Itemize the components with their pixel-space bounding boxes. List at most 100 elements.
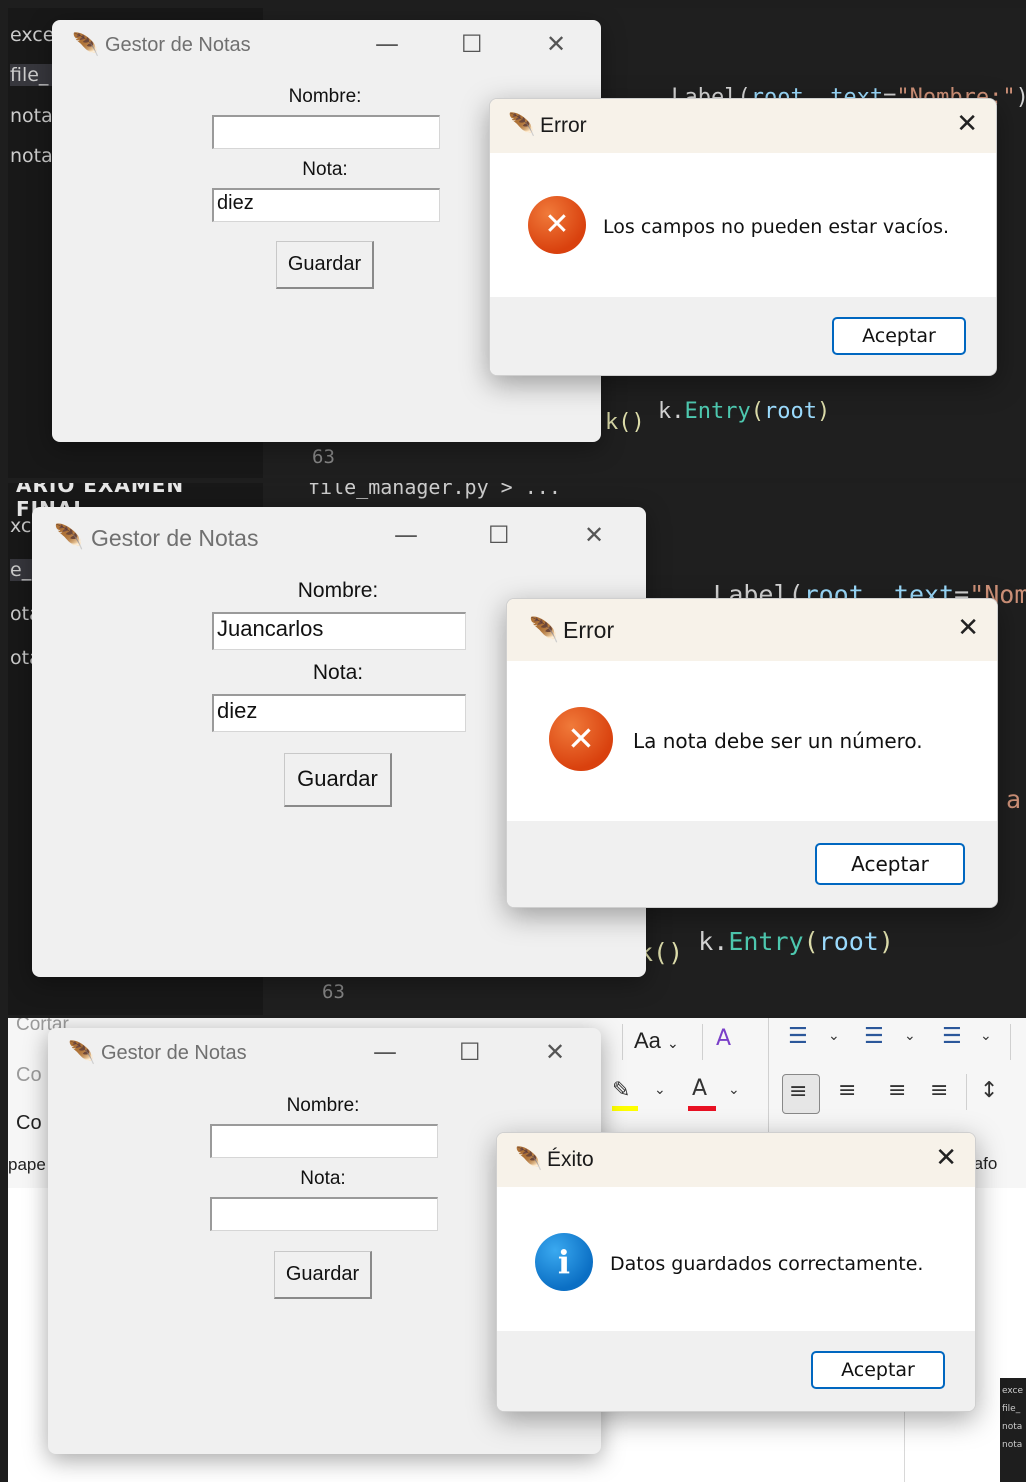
code-token: ) bbox=[816, 399, 831, 424]
chevron-down-icon[interactable]: ⌄ bbox=[728, 1082, 740, 1098]
line-spacing-icon[interactable]: ↕ bbox=[980, 1078, 998, 1103]
aceptar-button[interactable]: Aceptar bbox=[815, 843, 965, 885]
ribbon-group-label-clipboard: pape bbox=[8, 1155, 46, 1174]
chevron-down-icon[interactable]: ⌄ bbox=[654, 1082, 666, 1098]
maximize-icon[interactable]: ☐ bbox=[461, 30, 483, 58]
window-titlebar[interactable]: 🪶 Gestor de Notas — ☐ ✕ bbox=[52, 20, 601, 72]
aceptar-button[interactable]: Aceptar bbox=[832, 317, 966, 355]
window-titlebar[interactable]: 🪶 Gestor de Notas — ☐ ✕ bbox=[48, 1028, 601, 1080]
dialog-footer: Aceptar bbox=[507, 821, 997, 907]
dialog-message: Datos guardados correctamente. bbox=[610, 1253, 924, 1275]
close-icon[interactable]: ✕ bbox=[957, 613, 979, 643]
nombre-input[interactable]: Juancarlos bbox=[212, 612, 466, 650]
window-title: Gestor de Notas bbox=[101, 1042, 247, 1064]
close-icon[interactable]: ✕ bbox=[935, 1143, 957, 1173]
nota-input[interactable] bbox=[210, 1197, 438, 1231]
window-title: Gestor de Notas bbox=[105, 34, 251, 56]
thumbnail-item: file_ bbox=[1002, 1404, 1021, 1414]
ribbon-separator bbox=[702, 1024, 703, 1060]
align-left-button[interactable]: ≡ bbox=[782, 1074, 820, 1114]
maximize-icon[interactable]: ☐ bbox=[488, 521, 510, 549]
aceptar-button[interactable]: Aceptar bbox=[811, 1351, 945, 1389]
nota-label: Nota: bbox=[300, 1168, 346, 1189]
chevron-down-icon: ⌄ bbox=[667, 1035, 679, 1051]
feather-icon: 🪶 bbox=[54, 523, 84, 551]
feather-icon: 🪶 bbox=[72, 33, 100, 58]
close-icon[interactable]: ✕ bbox=[545, 1038, 565, 1066]
code-token: ( bbox=[803, 927, 819, 956]
nombre-input[interactable] bbox=[212, 115, 440, 149]
feather-icon: 🪶 bbox=[508, 113, 536, 138]
window-title: Gestor de Notas bbox=[91, 525, 259, 551]
code-token: root bbox=[763, 399, 817, 424]
dialog-title: Éxito bbox=[547, 1148, 594, 1171]
guardar-button[interactable]: Guardar bbox=[284, 753, 392, 807]
window-titlebar[interactable]: 🪶 Gestor de Notas — ☐ ✕ bbox=[32, 507, 646, 559]
chevron-down-icon[interactable]: ⌄ bbox=[828, 1028, 840, 1044]
sidebar-item[interactable]: exce bbox=[10, 24, 54, 46]
minimize-icon[interactable]: — bbox=[375, 30, 399, 58]
nombre-label: Nombre: bbox=[297, 579, 379, 602]
nota-input[interactable]: diez bbox=[212, 694, 466, 732]
chevron-down-icon[interactable]: ⌄ bbox=[980, 1028, 992, 1044]
ribbon-change-case-button[interactable]: Aa ⌄ bbox=[634, 1028, 679, 1054]
highlighter-icon[interactable]: ✎ bbox=[612, 1078, 630, 1103]
code-token: ( bbox=[750, 399, 764, 424]
chevron-down-icon[interactable]: ⌄ bbox=[904, 1028, 916, 1044]
dialog-titlebar[interactable]: 🪶 Error ✕ bbox=[490, 99, 996, 153]
thumbnail-item: nota bbox=[1002, 1440, 1023, 1450]
minimize-icon[interactable]: — bbox=[394, 521, 418, 549]
align-center-icon[interactable]: ≡ bbox=[838, 1078, 856, 1103]
multilevel-list-icon[interactable]: ☰ bbox=[942, 1024, 962, 1049]
close-icon[interactable]: ✕ bbox=[584, 521, 604, 549]
close-icon[interactable]: ✕ bbox=[956, 109, 978, 139]
justify-icon[interactable]: ≡ bbox=[930, 1078, 948, 1103]
error-icon: ✕ bbox=[528, 196, 586, 254]
line-number: 63 bbox=[312, 446, 335, 468]
align-right-icon[interactable]: ≡ bbox=[888, 1078, 906, 1103]
close-icon[interactable]: ✕ bbox=[546, 30, 566, 58]
feather-icon: 🪶 bbox=[529, 616, 559, 644]
dialog-footer: Aceptar bbox=[497, 1331, 975, 1411]
dialog-message: Los campos no pueden estar vacíos. bbox=[603, 216, 950, 238]
sidebar-item[interactable]: nota bbox=[10, 145, 53, 167]
feather-icon: 🪶 bbox=[515, 1147, 543, 1172]
font-color-icon[interactable]: A bbox=[692, 1076, 707, 1101]
bullet-list-icon[interactable]: ☰ bbox=[788, 1024, 808, 1049]
minimize-icon[interactable]: — bbox=[373, 1038, 397, 1066]
error-dialog: 🪶 Error ✕ ✕ La nota debe ser un número. … bbox=[506, 598, 998, 908]
dialog-body: i Datos guardados correctamente. bbox=[497, 1187, 975, 1331]
nombre-label: Nombre: bbox=[286, 1095, 360, 1116]
ribbon-separator bbox=[1010, 1024, 1011, 1060]
maximize-icon[interactable]: ☐ bbox=[459, 1038, 481, 1066]
code-token: k. bbox=[698, 927, 729, 956]
thumbnail-screenshot: exce file_ nota nota bbox=[1000, 1378, 1026, 1482]
code-token: Entry bbox=[684, 399, 751, 424]
info-icon: i bbox=[535, 1233, 593, 1291]
dialog-title: Error bbox=[563, 617, 615, 643]
guardar-button[interactable]: Guardar bbox=[274, 1251, 372, 1299]
dialog-footer: Aceptar bbox=[490, 297, 996, 375]
dialog-titlebar[interactable]: 🪶 Error ✕ bbox=[507, 599, 997, 661]
code-token: root bbox=[818, 927, 879, 956]
guardar-button[interactable]: Guardar bbox=[276, 241, 374, 289]
code-token: a bbox=[1006, 785, 1022, 814]
error-dialog: 🪶 Error ✕ ✕ Los campos no pueden estar v… bbox=[489, 98, 997, 376]
nombre-input[interactable] bbox=[210, 1124, 438, 1158]
ribbon-copy-button[interactable]: Co bbox=[16, 1064, 42, 1087]
dialog-title: Error bbox=[540, 114, 587, 137]
nota-input[interactable]: diez bbox=[212, 188, 440, 222]
change-case-label: Aa bbox=[634, 1028, 661, 1053]
editor-breadcrumb[interactable]: file_manager.py > ... bbox=[308, 483, 561, 499]
dialog-titlebar[interactable]: 🪶 Éxito ✕ bbox=[497, 1133, 975, 1187]
feather-icon: 🪶 bbox=[68, 1041, 96, 1066]
code-token: ) bbox=[1016, 85, 1026, 110]
ribbon-copy-format-button[interactable]: Co bbox=[16, 1112, 42, 1135]
sidebar-item[interactable]: nota bbox=[10, 105, 53, 127]
error-icon: ✕ bbox=[549, 707, 613, 771]
clear-format-icon[interactable]: A bbox=[716, 1026, 731, 1051]
thumbnail-item: exce bbox=[1002, 1386, 1024, 1396]
nota-label: Nota: bbox=[312, 661, 364, 684]
numbered-list-icon[interactable]: ☰ bbox=[864, 1024, 884, 1049]
screenshot-panel-1: exce file_ nota nota .Label(root, text="… bbox=[8, 8, 1026, 478]
